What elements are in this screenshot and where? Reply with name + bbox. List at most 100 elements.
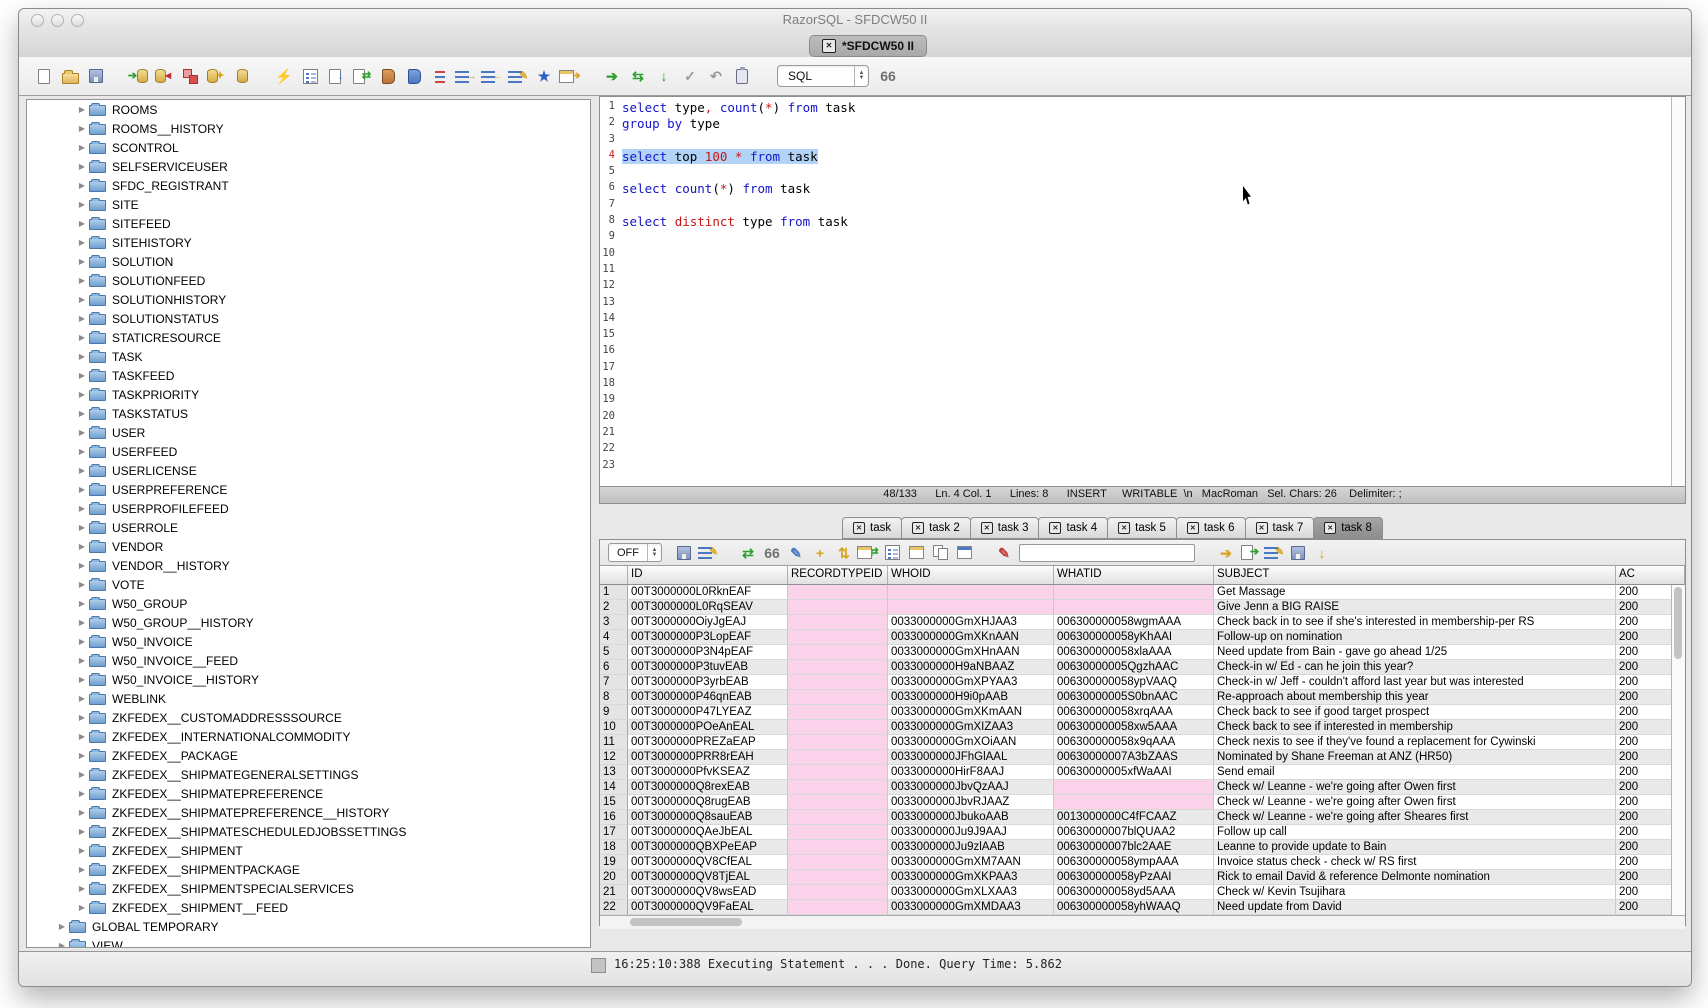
disclosure-triangle-icon[interactable]: ▶ bbox=[75, 352, 89, 361]
table-row[interactable]: 2000T3000000QV8TjEAL0033000000GmXKPAA300… bbox=[600, 870, 1685, 885]
table-cell[interactable]: 0033000000H9aNBAAZ bbox=[888, 660, 1054, 675]
disclosure-triangle-icon[interactable]: ▶ bbox=[75, 770, 89, 779]
table-cell[interactable] bbox=[788, 840, 888, 855]
table-cell[interactable]: 00T3000000Q8rugEAB bbox=[628, 795, 788, 810]
tree-item[interactable]: ▶STATICRESOURCE bbox=[27, 328, 590, 347]
tree-item[interactable]: ▶ZKFEDEX__SHIPMATEPREFERENCE bbox=[27, 784, 590, 803]
table-cell[interactable]: 00T3000000QV9FaEAL bbox=[628, 900, 788, 915]
table-cell[interactable]: 00T3000000QAeJbEAL bbox=[628, 825, 788, 840]
table-cell[interactable]: Follow-up on nomination bbox=[1214, 630, 1616, 645]
off-dropdown[interactable]: OFF ▲▼ bbox=[608, 543, 662, 562]
copy-table-icon[interactable] bbox=[178, 64, 202, 88]
tab-close-icon[interactable]: ✕ bbox=[912, 522, 924, 534]
table-cell[interactable]: 0033000000Ju9zlAAB bbox=[888, 840, 1054, 855]
table-row[interactable]: 700T3000000P3yrbEAB0033000000GmXPYAA3006… bbox=[600, 675, 1685, 690]
table-cell[interactable]: 006300000058x9qAAA bbox=[1054, 735, 1214, 750]
table-cell[interactable]: 006300000058ympAAA bbox=[1054, 855, 1214, 870]
table-cell[interactable]: Check back to see if interested in membe… bbox=[1214, 720, 1616, 735]
table-cell[interactable] bbox=[788, 795, 888, 810]
tree-item[interactable]: ▶SFDC_REGISTRANT bbox=[27, 176, 590, 195]
table-cell[interactable]: 00T3000000Q8sauEAB bbox=[628, 810, 788, 825]
disclosure-triangle-icon[interactable]: ▶ bbox=[75, 124, 89, 133]
table-cell[interactable]: 00T3000000P46qnEAB bbox=[628, 690, 788, 705]
tab-close-icon[interactable]: ✕ bbox=[1324, 522, 1336, 534]
table-cell[interactable] bbox=[888, 600, 1054, 615]
table-cell[interactable]: 006300000058wgmAAA bbox=[1054, 615, 1214, 630]
table-cell[interactable] bbox=[788, 765, 888, 780]
disclosure-triangle-icon[interactable]: ▶ bbox=[75, 485, 89, 494]
table-cell[interactable]: 00630000007blQUAA2 bbox=[1054, 825, 1214, 840]
table-cell[interactable]: Give Jenn a BIG RAISE bbox=[1214, 600, 1616, 615]
result-tab[interactable]: ✕task 5 bbox=[1107, 517, 1177, 539]
tree-item[interactable]: ▶W50_GROUP__HISTORY bbox=[27, 613, 590, 632]
execute-all-icon[interactable]: ⇆ bbox=[626, 64, 650, 88]
disclosure-triangle-icon[interactable]: ▶ bbox=[75, 181, 89, 190]
disclosure-triangle-icon[interactable]: ▶ bbox=[75, 295, 89, 304]
table-cell[interactable]: 0033000000GmXMDAA3 bbox=[888, 900, 1054, 915]
table-cell[interactable]: Need update from Bain - gave go ahead 1/… bbox=[1214, 645, 1616, 660]
table-cell[interactable]: 00630000005QgzhAAC bbox=[1054, 660, 1214, 675]
history-list-icon[interactable] bbox=[428, 64, 452, 88]
table-cell[interactable]: 00630000005S0bnAAC bbox=[1054, 690, 1214, 705]
result-tab[interactable]: ✕task 8 bbox=[1313, 517, 1383, 539]
disclosure-triangle-icon[interactable]: ▶ bbox=[75, 143, 89, 152]
grid-horizontal-scrollbar[interactable] bbox=[600, 915, 1685, 929]
table-row[interactable]: 300T3000000OiyJgEAJ0033000000GmXHJAA3006… bbox=[600, 615, 1685, 630]
table-cell[interactable]: 00T3000000P3tuvEAB bbox=[628, 660, 788, 675]
tree-item[interactable]: ▶ZKFEDEX__SHIPMATEPREFERENCE__HISTORY bbox=[27, 803, 590, 822]
sql-code-area[interactable]: select type, count(*) from taskgroup by … bbox=[618, 97, 1671, 486]
connect-database-icon[interactable]: ➔ bbox=[126, 64, 150, 88]
table-cell[interactable]: 00T3000000OiyJgEAJ bbox=[628, 615, 788, 630]
table-cell[interactable] bbox=[788, 660, 888, 675]
table-cell[interactable]: Send email bbox=[1214, 765, 1616, 780]
table-row[interactable]: 1400T3000000Q8rexEAB0033000000JbvQzAAJCh… bbox=[600, 780, 1685, 795]
column-header[interactable]: SUBJECT bbox=[1214, 566, 1616, 585]
new-document-icon[interactable] bbox=[32, 64, 56, 88]
table-cell[interactable] bbox=[1054, 795, 1214, 810]
table-row[interactable]: 800T3000000P46qnEAB0033000000H9i0pAAB006… bbox=[600, 690, 1685, 705]
format-sql-icon[interactable]: → bbox=[454, 64, 478, 88]
disclosure-triangle-icon[interactable]: ▶ bbox=[55, 922, 69, 931]
table-cell[interactable]: 00T3000000QBXPeEAP bbox=[628, 840, 788, 855]
disclosure-triangle-icon[interactable]: ▶ bbox=[75, 257, 89, 266]
disclosure-triangle-icon[interactable]: ▶ bbox=[75, 713, 89, 722]
table-cell[interactable]: 00T3000000L0RknEAF bbox=[628, 585, 788, 600]
table-cell[interactable] bbox=[788, 735, 888, 750]
disclosure-triangle-icon[interactable]: ▶ bbox=[75, 599, 89, 608]
disclosure-triangle-icon[interactable]: ▶ bbox=[75, 219, 89, 228]
tab-close-icon[interactable]: ✕ bbox=[1049, 522, 1061, 534]
table-cell[interactable] bbox=[788, 885, 888, 900]
table-row[interactable]: 1900T3000000QV8CfEAL0033000000GmXM7AAN00… bbox=[600, 855, 1685, 870]
save-as-icon[interactable] bbox=[1287, 543, 1309, 563]
table-row[interactable]: 600T3000000P3tuvEAB0033000000H9aNBAAZ006… bbox=[600, 660, 1685, 675]
column-header[interactable]: AC bbox=[1616, 566, 1685, 585]
go-next-icon[interactable]: ➔ bbox=[1215, 543, 1237, 563]
table-cell[interactable]: 0033000000H9i0pAAB bbox=[888, 690, 1054, 705]
table-cell[interactable]: 0033000000GmXHnAAN bbox=[888, 645, 1054, 660]
refresh-objects-icon[interactable]: ⇄ bbox=[350, 64, 374, 88]
table-row[interactable]: 1200T3000000PRR8rEAH0033000000JFhGlAAL00… bbox=[600, 750, 1685, 765]
tree-item[interactable]: ▶TASKFEED bbox=[27, 366, 590, 385]
tree-item[interactable]: ▶VOTE bbox=[27, 575, 590, 594]
form-view-icon[interactable] bbox=[881, 543, 903, 563]
table-cell[interactable] bbox=[788, 825, 888, 840]
export-data-icon[interactable]: ↓ bbox=[324, 64, 348, 88]
table-cell[interactable]: Check w/ Kevin Tsujihara bbox=[1214, 885, 1616, 900]
tree-item[interactable]: ▶ZKFEDEX__SHIPMENT bbox=[27, 841, 590, 860]
table-cell[interactable]: 006300000058xw5AAA bbox=[1054, 720, 1214, 735]
disclosure-triangle-icon[interactable]: ▶ bbox=[75, 162, 89, 171]
disclosure-triangle-icon[interactable]: ▶ bbox=[75, 884, 89, 893]
table-cell[interactable] bbox=[788, 705, 888, 720]
table-cell[interactable] bbox=[1054, 600, 1214, 615]
table-cell[interactable] bbox=[1054, 585, 1214, 600]
document-tab[interactable]: ✕ *SFDCW50 II bbox=[809, 35, 927, 57]
table-cell[interactable] bbox=[788, 855, 888, 870]
table-cell[interactable]: Re-approach about membership this year bbox=[1214, 690, 1616, 705]
column-header[interactable]: ID bbox=[628, 566, 788, 585]
tree-item[interactable]: ▶GLOBAL TEMPORARY bbox=[27, 917, 590, 936]
table-cell[interactable]: Check w/ Leanne - we're going after Owen… bbox=[1214, 780, 1616, 795]
disclosure-triangle-icon[interactable]: ▶ bbox=[75, 865, 89, 874]
disclosure-triangle-icon[interactable]: ▶ bbox=[75, 314, 89, 323]
table-cell[interactable]: 0033000000GmXPYAA3 bbox=[888, 675, 1054, 690]
tree-item[interactable]: ▶SOLUTION bbox=[27, 252, 590, 271]
